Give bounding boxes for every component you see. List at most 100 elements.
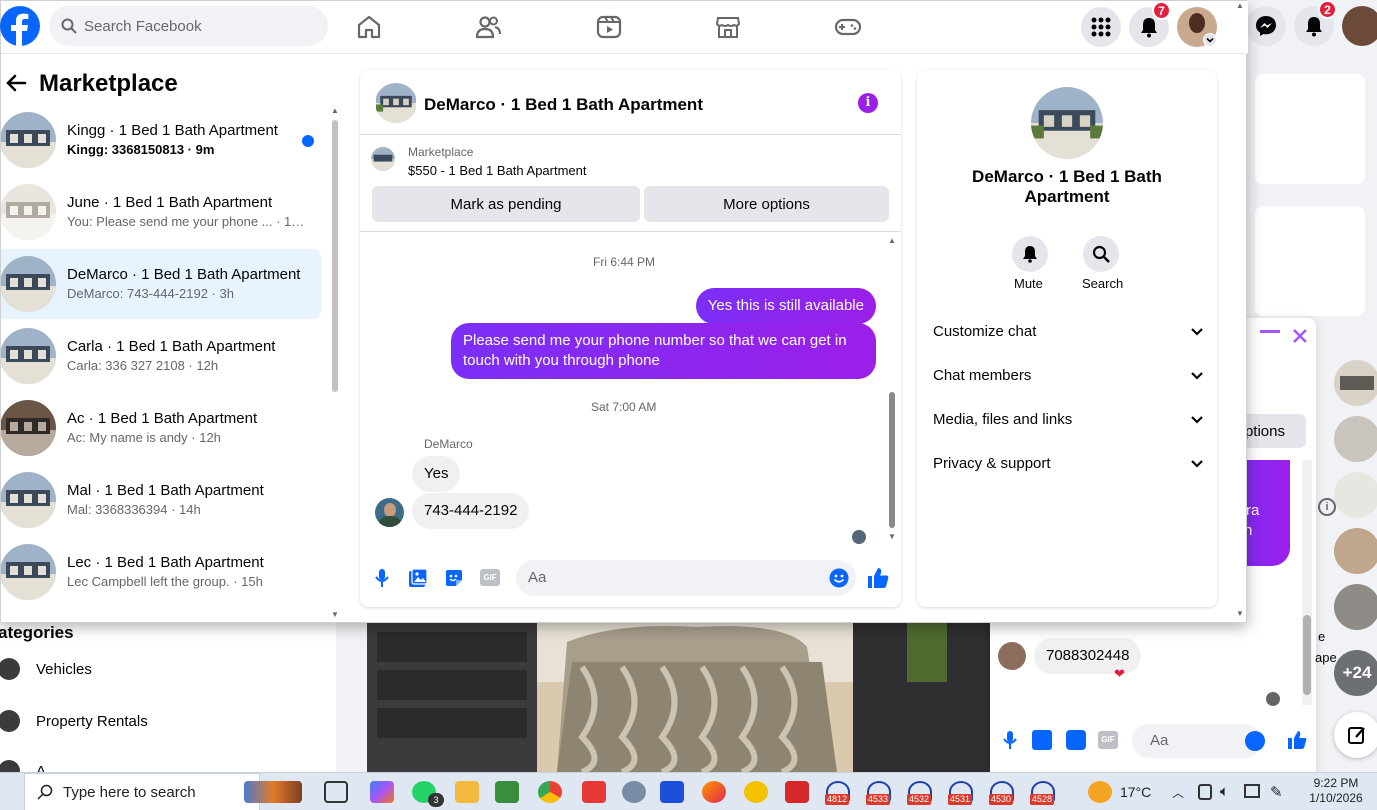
conversation-item[interactable]: Lec · 1 Bed 1 Bath Apartment Lec Campbell… bbox=[1, 537, 321, 607]
conversation-item[interactable]: Kingg · 1 Bed 1 Bath Apartment Kingg: 336… bbox=[1, 105, 321, 175]
search-button[interactable] bbox=[1083, 236, 1119, 272]
info-section-row[interactable]: Privacy & support bbox=[933, 455, 1203, 472]
file-explorer-icon[interactable] bbox=[455, 781, 479, 803]
pen-icon[interactable]: ✎ bbox=[1270, 783, 1283, 801]
listing-description[interactable]: $550 - 1 Bed 1 Bath Apartment bbox=[408, 163, 587, 178]
spreadsheet-icon[interactable] bbox=[495, 781, 519, 803]
message-input[interactable]: Aa bbox=[516, 560, 856, 596]
top-navigation: Search Facebook 7 bbox=[0, 1, 1248, 54]
app-icon[interactable] bbox=[622, 781, 646, 803]
emoji-icon[interactable] bbox=[829, 568, 849, 588]
menu-button[interactable] bbox=[1081, 7, 1121, 47]
app-icon[interactable] bbox=[582, 781, 606, 803]
account-chevron-icon[interactable] bbox=[1203, 33, 1217, 47]
back-arrow-icon[interactable] bbox=[5, 73, 27, 93]
info-section-row[interactable]: Chat members bbox=[933, 367, 1203, 384]
volume-icon[interactable]: 🔈︎ bbox=[1220, 783, 1229, 800]
chat-head[interactable] bbox=[1334, 416, 1377, 462]
chevron-up-icon[interactable]: ︿ bbox=[1172, 784, 1184, 801]
sticker-icon[interactable] bbox=[1066, 730, 1086, 750]
copilot-icon[interactable] bbox=[370, 781, 394, 803]
firefox-icon[interactable] bbox=[702, 781, 726, 803]
search-icon bbox=[61, 18, 77, 34]
widgets-icon[interactable] bbox=[244, 781, 302, 803]
gif-icon[interactable]: GIF bbox=[480, 569, 500, 586]
chat-head[interactable] bbox=[1334, 528, 1377, 574]
image-icon[interactable] bbox=[1032, 730, 1052, 750]
chevron-down-icon bbox=[1191, 415, 1203, 424]
gaming-icon[interactable] bbox=[835, 14, 861, 40]
messenger-button[interactable] bbox=[1246, 6, 1286, 46]
minimize-icon[interactable] bbox=[1260, 330, 1280, 333]
sender-name: DeMarco bbox=[424, 437, 473, 451]
shield-icon[interactable] bbox=[660, 781, 684, 803]
clock[interactable]: 9:22 PM 1/10/2026 bbox=[1300, 776, 1372, 806]
outgoing-message[interactable]: Please send me your phone number so that… bbox=[451, 323, 876, 379]
image-icon[interactable] bbox=[408, 568, 428, 588]
like-icon[interactable] bbox=[867, 567, 889, 589]
listing-avatar[interactable] bbox=[1031, 87, 1103, 159]
conversation-item[interactable]: Mal · 1 Bed 1 Bath Apartment Mal: 3368336… bbox=[1, 465, 321, 535]
conversation-item[interactable]: DeMarco · 1 Bed 1 Bath Apartment DeMarco:… bbox=[1, 249, 321, 319]
conversation-item[interactable]: Carla · 1 Bed 1 Bath Apartment Carla: 336… bbox=[1, 321, 321, 391]
facebook-logo-icon[interactable] bbox=[0, 6, 40, 46]
outgoing-message[interactable]: Yes this is still available bbox=[695, 288, 876, 324]
category-vehicles[interactable]: Vehicles bbox=[0, 658, 92, 680]
scrollbar[interactable] bbox=[1302, 460, 1312, 705]
taskbar-search[interactable]: Type here to search bbox=[24, 773, 260, 810]
microphone-icon[interactable] bbox=[375, 568, 389, 588]
marketplace-icon[interactable] bbox=[715, 14, 741, 40]
emoji-icon[interactable] bbox=[1245, 731, 1265, 751]
like-icon[interactable] bbox=[1286, 729, 1308, 751]
microphone-icon[interactable] bbox=[1002, 730, 1018, 750]
listing-thumbnail[interactable] bbox=[371, 147, 395, 171]
sender-avatar[interactable] bbox=[375, 498, 404, 527]
battery-icon[interactable] bbox=[1198, 784, 1212, 800]
info-icon[interactable]: i bbox=[1318, 498, 1336, 516]
app-icon[interactable] bbox=[744, 781, 768, 803]
weather-icon[interactable] bbox=[1088, 781, 1112, 803]
app-instance-number: 4528 bbox=[1030, 794, 1055, 805]
temperature[interactable]: 17°C bbox=[1120, 784, 1151, 800]
more-options-button[interactable]: More options bbox=[644, 186, 889, 222]
search-bar[interactable]: Search Facebook bbox=[49, 6, 328, 46]
info-icon[interactable]: i bbox=[858, 93, 878, 113]
app-icon[interactable] bbox=[785, 781, 809, 803]
close-icon[interactable] bbox=[1292, 328, 1308, 344]
message-input[interactable]: Aa bbox=[1132, 724, 1262, 758]
mute-button[interactable] bbox=[1012, 236, 1048, 272]
category-property-rentals[interactable]: Property Rentals bbox=[0, 710, 148, 732]
scrollbar[interactable]: ▲ ▼ bbox=[327, 106, 341, 622]
listing-avatar[interactable] bbox=[375, 83, 417, 123]
chat-head[interactable] bbox=[1334, 584, 1377, 630]
app-instance-number: 4533 bbox=[866, 794, 891, 805]
video-icon[interactable] bbox=[596, 14, 622, 40]
network-icon[interactable] bbox=[1244, 784, 1260, 798]
chat-head[interactable] bbox=[1334, 472, 1377, 518]
start-icon[interactable] bbox=[0, 773, 24, 810]
incoming-message[interactable]: Yes bbox=[412, 456, 461, 492]
incoming-message[interactable]: 743-444-2192 bbox=[412, 493, 530, 529]
conversation-item[interactable]: June · 1 Bed 1 Bath Apartment You: Please… bbox=[1, 177, 321, 247]
friends-icon[interactable] bbox=[475, 14, 501, 40]
more-chats-count[interactable]: +24 bbox=[1334, 650, 1377, 696]
task-view-icon[interactable] bbox=[324, 781, 348, 803]
chrome-icon[interactable] bbox=[538, 781, 562, 803]
info-section-row[interactable]: Customize chat bbox=[933, 323, 1203, 340]
home-icon[interactable] bbox=[356, 14, 382, 40]
conversation-item[interactable]: Ac · 1 Bed 1 Bath Apartment Ac: My name i… bbox=[1, 393, 321, 463]
gif-icon[interactable]: GIF bbox=[1098, 731, 1118, 749]
messenger-icon bbox=[1256, 16, 1276, 36]
info-section-row[interactable]: Media, files and links bbox=[933, 411, 1203, 428]
profile-avatar[interactable] bbox=[1342, 6, 1377, 46]
chat-head[interactable] bbox=[1334, 360, 1377, 406]
sticker-icon[interactable] bbox=[444, 568, 464, 588]
side-text: e bbox=[1318, 629, 1326, 644]
scrollbar[interactable]: ▲ ▼ bbox=[886, 236, 898, 544]
mark-as-pending-button[interactable]: Mark as pending bbox=[372, 186, 640, 222]
new-message-button[interactable] bbox=[1334, 712, 1377, 758]
listing-thumbnail bbox=[1, 112, 56, 168]
conversation-list-pane: Marketplace Kingg · 1 Bed 1 Bath Apartme… bbox=[1, 54, 344, 622]
scrollbar[interactable]: ▲ ▼ bbox=[1233, 1, 1247, 622]
chat-title[interactable]: DeMarco · 1 Bed 1 Bath Apartment bbox=[424, 95, 703, 115]
